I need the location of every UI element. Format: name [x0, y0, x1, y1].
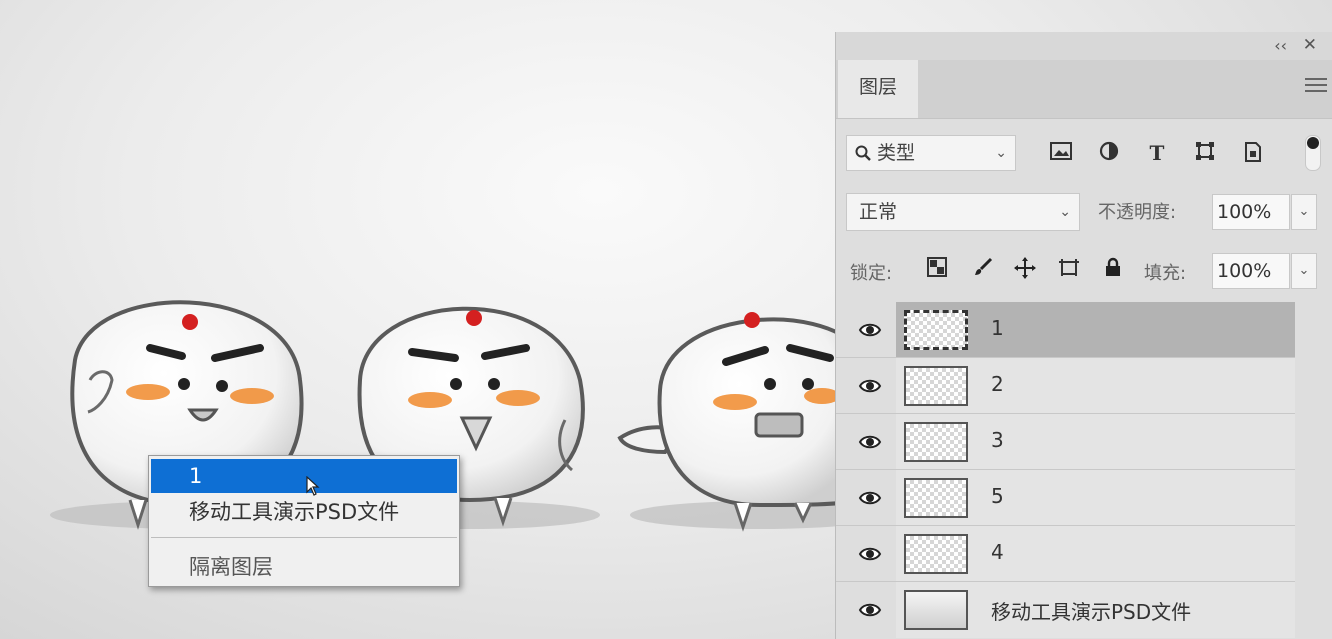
fill-input[interactable]: 100% — [1212, 253, 1290, 289]
fill-dropdown-button[interactable]: ⌄ — [1291, 253, 1317, 289]
layer-thumbnail — [904, 366, 968, 406]
layer-row[interactable]: 4 — [836, 526, 1295, 582]
layers-panel: ‹‹ ✕ 图层 类型 ⌄ T 正常 ⌄ 不透明度: 100% ⌄ 锁定: 填充:… — [835, 32, 1332, 639]
panel-tab-bar: 图层 — [836, 60, 1332, 119]
blend-mode-select[interactable]: 正常 ⌄ — [846, 193, 1080, 231]
layer-thumbnail — [904, 534, 968, 574]
layer-thumbnail — [904, 422, 968, 462]
lock-label: 锁定: — [850, 263, 893, 284]
filter-toggle[interactable] — [1305, 135, 1321, 171]
panel-menu-icon[interactable] — [1305, 78, 1327, 96]
context-item-background-layer[interactable]: 移动工具演示PSD文件 — [151, 495, 457, 529]
chevron-down-icon: ⌄ — [995, 145, 1007, 161]
filter-kind-select[interactable]: 类型 ⌄ — [846, 135, 1016, 171]
layer-list: 1 2 3 5 4 移动工具演示PSD文件 — [836, 302, 1332, 639]
shape-icon[interactable] — [1192, 141, 1218, 165]
layer-name: 5 — [991, 484, 1004, 508]
layer-filter-row: 类型 ⌄ T — [836, 127, 1332, 177]
search-icon — [855, 142, 877, 164]
smart-object-icon[interactable] — [1240, 141, 1266, 165]
context-item-layer-1[interactable]: 1 — [151, 459, 457, 493]
visibility-eye-icon[interactable] — [858, 375, 882, 397]
opacity-input[interactable]: 100% — [1212, 194, 1290, 230]
layer-thumbnail — [904, 310, 968, 350]
lock-move-icon[interactable] — [1012, 257, 1038, 284]
visibility-eye-icon[interactable] — [858, 319, 882, 341]
fill-label: 填充: — [1144, 263, 1187, 284]
visibility-eye-icon[interactable] — [858, 599, 882, 621]
lock-paint-icon[interactable] — [970, 257, 996, 282]
type-icon[interactable]: T — [1144, 141, 1170, 165]
adjustment-icon[interactable] — [1096, 141, 1122, 165]
filter-kind-label: 类型 — [877, 142, 916, 164]
lock-all-icon[interactable] — [1100, 257, 1126, 282]
layer-name: 移动工具演示PSD文件 — [991, 600, 1192, 624]
context-item-isolate-layers[interactable]: 隔离图层 — [151, 550, 457, 584]
menu-separator — [151, 537, 457, 538]
opacity-label: 不透明度: — [1098, 202, 1177, 223]
blend-row: 正常 ⌄ 不透明度: 100% ⌄ — [836, 190, 1332, 234]
mouse-cursor-icon — [306, 476, 320, 496]
lock-transparent-icon[interactable] — [924, 257, 950, 282]
layer-thumbnail — [904, 590, 968, 630]
chevron-down-icon: ⌄ — [1059, 204, 1071, 220]
layer-name: 4 — [991, 540, 1004, 564]
context-menu: 1 移动工具演示PSD文件 隔离图层 — [148, 455, 460, 587]
layer-thumbnail — [904, 478, 968, 518]
lock-row: 锁定: 填充: 100% ⌄ — [836, 247, 1332, 291]
panel-titlebar: ‹‹ ✕ — [836, 32, 1332, 60]
opacity-dropdown-button[interactable]: ⌄ — [1291, 194, 1317, 230]
layer-name: 3 — [991, 428, 1004, 452]
layer-name: 2 — [991, 372, 1004, 396]
close-panel-icon[interactable]: ✕ — [1303, 35, 1317, 55]
visibility-eye-icon[interactable] — [858, 487, 882, 509]
image-icon[interactable] — [1048, 141, 1074, 165]
lock-artboard-icon[interactable] — [1056, 257, 1082, 282]
character-right — [617, 312, 862, 532]
layer-row[interactable]: 移动工具演示PSD文件 — [836, 582, 1295, 638]
blend-mode-label: 正常 — [859, 201, 898, 223]
layer-name: 1 — [991, 316, 1004, 340]
visibility-eye-icon[interactable] — [858, 431, 882, 453]
visibility-eye-icon[interactable] — [858, 543, 882, 565]
tab-layers[interactable]: 图层 — [838, 60, 918, 118]
collapse-panel-icon[interactable]: ‹‹ — [1274, 36, 1287, 55]
layer-row[interactable]: 1 — [836, 302, 1295, 358]
layer-row[interactable]: 3 — [836, 414, 1295, 470]
layer-row[interactable]: 2 — [836, 358, 1295, 414]
layer-row[interactable]: 5 — [836, 470, 1295, 526]
